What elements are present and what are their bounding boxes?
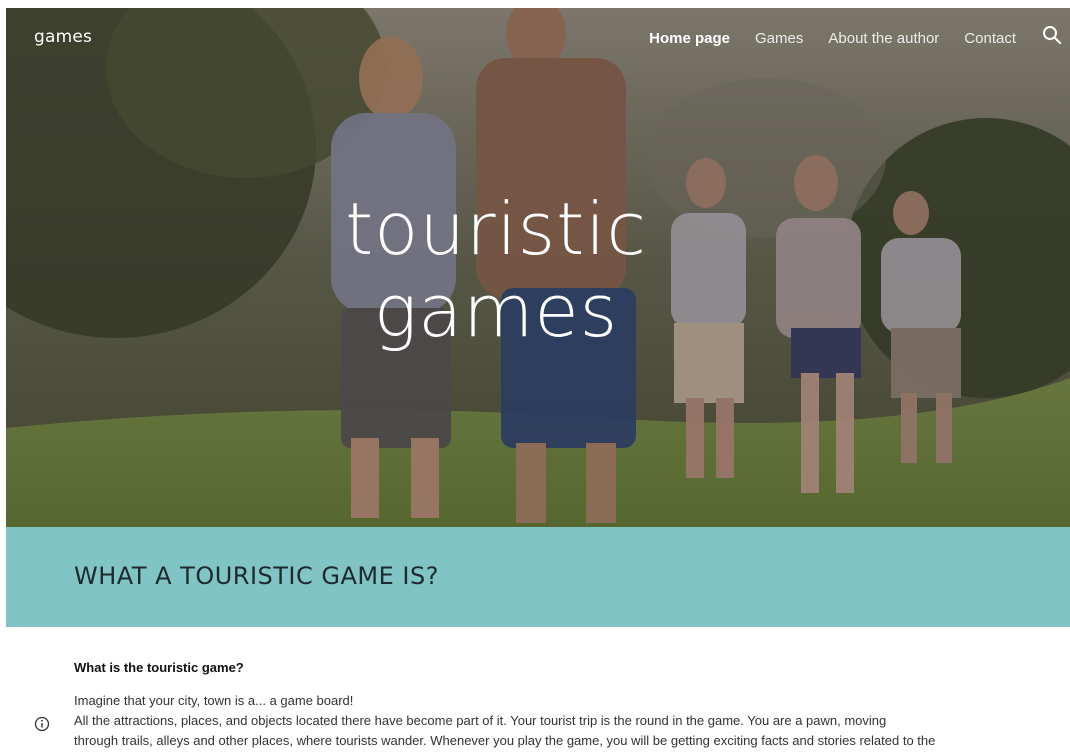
site-name-link[interactable]: games — [34, 27, 92, 47]
nav-games[interactable]: Games — [755, 30, 803, 47]
content-subheading: What is the touristic game? — [74, 660, 244, 675]
nav-contact[interactable]: Contact — [964, 30, 1016, 47]
info-icon[interactable] — [34, 716, 50, 732]
main-content: What is the touristic game? Imagine that… — [74, 660, 974, 751]
section-banner: WHAT A TOURISTIC GAME IS? — [6, 527, 1070, 627]
page: games Home page Games About the author C… — [0, 0, 1070, 753]
nav-about-the-author[interactable]: About the author — [828, 30, 939, 47]
nav-home-page[interactable]: Home page — [649, 30, 730, 47]
hero-title-line-2: games — [373, 269, 619, 353]
content-paragraph-line-3: through trails, alleys and other places,… — [74, 733, 936, 748]
search-icon[interactable] — [1042, 25, 1062, 45]
top-navigation: Home page Games About the author Contact — [624, 25, 1062, 48]
hero-header: games Home page Games About the author C… — [6, 8, 1070, 527]
content-paragraph-line-2: All the attractions, places, and objects… — [74, 713, 887, 728]
content-paragraph-line-1: Imagine that your city, town is a... a g… — [74, 693, 354, 708]
hero-title-line-1: touristic — [345, 187, 647, 271]
hero-title: touristic games — [6, 188, 986, 352]
section-heading: WHAT A TOURISTIC GAME IS? — [74, 562, 439, 590]
